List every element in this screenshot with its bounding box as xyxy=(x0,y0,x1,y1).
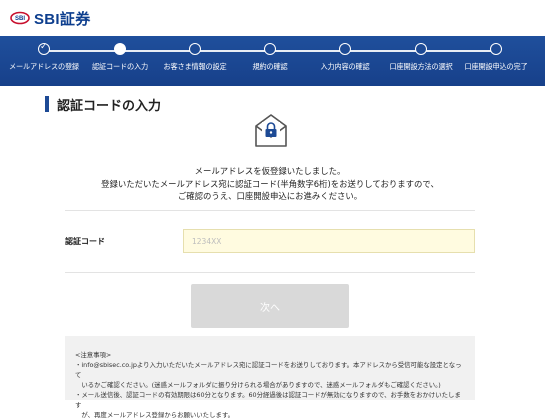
progress-steps: ✓ メールアドレスの登録 認証コードの入力 お客さま情報の設定 規約の確認 入力… xyxy=(0,36,545,86)
step-done-dot: ✓ xyxy=(38,42,50,55)
checkmark-icon: ✓ xyxy=(40,42,48,52)
step-dot xyxy=(339,43,351,55)
divider xyxy=(65,272,475,273)
brand-name: SBI証券 xyxy=(34,10,91,28)
divider xyxy=(65,210,475,211)
step-dot xyxy=(415,43,427,55)
title-accent-bar xyxy=(45,96,49,112)
notes-line: いるかご確認ください。(迷惑メールフォルダに振り分けられる場合がありますので、迷… xyxy=(75,381,441,389)
step-dot xyxy=(264,43,276,55)
step-dot xyxy=(490,43,502,55)
instruction-message: メールアドレスを仮登録いたしました。 登録いただいたメールアドレス宛に認証コード… xyxy=(65,165,475,203)
message-line: メールアドレスを仮登録いたしました。 xyxy=(194,166,346,176)
step-label: 口座開設申込の完了 xyxy=(464,62,528,71)
auth-code-label: 認証コード xyxy=(65,237,105,246)
envelope-lock-icon xyxy=(255,114,287,147)
next-button[interactable]: 次へ xyxy=(191,284,349,328)
auth-code-input[interactable] xyxy=(183,229,475,253)
step-current-dot xyxy=(114,43,126,55)
notes-line: が、再度メールアドレス登録からお願いいたします。 xyxy=(75,411,234,419)
notes-heading: <注意事項> xyxy=(75,351,112,359)
svg-text:SBI: SBI xyxy=(15,16,25,22)
notes-line: ・info@sbisec.co.jpより入力いただいたメールアドレス宛に認証コー… xyxy=(75,361,462,379)
page-title: 認証コードの入力 xyxy=(57,99,162,114)
notes-box: <注意事項> ・info@sbisec.co.jpより入力いただいたメールアドレ… xyxy=(65,336,475,419)
sbi-logo[interactable]: SBI SBI証券 xyxy=(10,8,91,28)
notes-line: ・メール送信後、認証コードの有効期限は60分となります。60分経過後は認証コード… xyxy=(75,391,461,409)
site-header: SBI SBI証券 xyxy=(0,0,545,36)
message-line: 登録いただいたメールアドレス宛に認証コード(半角数字6桁)をお送りしておりますの… xyxy=(101,178,439,189)
message-line: ご確認のうえ、口座開設申込にお進みください。 xyxy=(177,191,363,201)
sbi-logo-icon: SBI xyxy=(10,11,30,25)
step-complete: 口座開設申込の完了 xyxy=(451,43,541,72)
step-dot xyxy=(189,43,201,55)
